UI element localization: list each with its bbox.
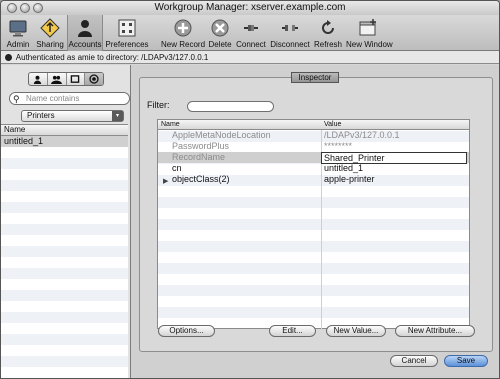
records-list: Name untitled_1 [1, 124, 128, 378]
accounts-icon [78, 20, 92, 37]
attribute-name: RecordName [172, 152, 226, 162]
table-row[interactable]: PasswordPlus ******** [158, 141, 469, 152]
toolbar: Admin Sharing Accounts Preferences New R… [1, 15, 499, 51]
attribute-value: ******** [324, 141, 353, 151]
options-button[interactable]: Options... [158, 325, 215, 337]
disclosure-triangle-icon[interactable]: ▶ [163, 176, 168, 187]
attribute-name: cn [172, 163, 182, 173]
all-records-tab[interactable] [85, 73, 103, 85]
attribute-value: untitled_1 [324, 163, 364, 173]
inspector-pane: Inspector Filter: Name Value AppleMetaNo… [131, 65, 499, 378]
table-row[interactable]: AppleMetaNodeLocation /LDAPv3/127.0.0.1 [158, 130, 469, 141]
disconnect-label: Disconnect [270, 40, 310, 49]
toolbar-sharing[interactable]: Sharing [34, 15, 66, 51]
attribute-value: apple-printer [324, 174, 375, 184]
zoom-window-button[interactable] [33, 3, 43, 13]
attribute-name: AppleMetaNodeLocation [172, 130, 271, 140]
attribute-value: /LDAPv3/127.0.0.1 [324, 130, 400, 140]
toolbar-admin[interactable]: Admin [3, 15, 33, 51]
delete-button[interactable]: Delete [206, 15, 234, 51]
target-icon [89, 74, 99, 84]
preferences-icon [118, 19, 136, 37]
auth-status-bar: Authenticated as amie to directory: /LDA… [1, 51, 499, 64]
lock-icon[interactable] [5, 54, 12, 61]
toolbar-preferences[interactable]: Preferences [105, 15, 149, 51]
disconnect-button[interactable]: Disconnect [269, 15, 311, 51]
table-row-selected[interactable]: RecordName Shared_Printer [158, 152, 469, 164]
records-sidebar: ⚲ Name contains Printers ▾ Name untitled… [1, 65, 131, 378]
refresh-label: Refresh [313, 40, 342, 49]
minimize-window-button[interactable] [20, 3, 30, 13]
connect-icon [244, 25, 258, 31]
window-title: Workgroup Manager: xserver.example.com [154, 2, 346, 13]
groups-tab[interactable] [48, 73, 67, 85]
record-type-popup[interactable]: Printers ▾ [21, 110, 124, 122]
list-item[interactable]: untitled_1 [1, 136, 128, 147]
records-list-header[interactable]: Name [1, 125, 128, 136]
admin-icon [9, 20, 27, 37]
computer-icon [71, 74, 80, 83]
search-placeholder: Name contains [26, 94, 80, 103]
sharing-icon [40, 18, 60, 38]
connect-label: Connect [236, 40, 266, 49]
auth-status-text: Authenticated as amie to directory: /LDA… [15, 53, 209, 62]
close-window-button[interactable] [7, 3, 17, 13]
new-window-button[interactable]: New Window [346, 15, 393, 51]
save-button[interactable]: Save [444, 355, 488, 367]
toolbar-accounts-label: Accounts [68, 40, 102, 49]
edit-button[interactable]: Edit... [269, 325, 316, 337]
new-window-label: New Window [346, 40, 393, 49]
title-bar: Workgroup Manager: xserver.example.com [1, 1, 499, 15]
toolbar-preferences-label: Preferences [105, 40, 149, 49]
connect-button[interactable]: Connect [235, 15, 267, 51]
disconnect-icon [282, 25, 298, 31]
delete-icon [211, 19, 229, 37]
record-type-value: Printers [27, 111, 55, 120]
toolbar-sharing-label: Sharing [36, 40, 64, 49]
new-record-icon [174, 19, 192, 37]
attribute-name: PasswordPlus [172, 141, 230, 151]
search-field[interactable]: ⚲ Name contains [9, 92, 130, 105]
attributes-table-header: Name Value [158, 120, 469, 130]
search-icon: ⚲ [13, 94, 20, 104]
group-icon [51, 75, 63, 84]
name-column-header[interactable]: Name [161, 120, 180, 129]
new-attribute-button[interactable]: New Attribute... [395, 325, 475, 337]
new-window-icon [359, 19, 376, 36]
popup-arrows-icon: ▾ [112, 111, 123, 121]
users-tab[interactable] [29, 73, 48, 85]
refresh-button[interactable]: Refresh [313, 15, 343, 51]
cancel-button[interactable]: Cancel [390, 355, 438, 367]
user-icon [34, 75, 42, 84]
delete-label: Delete [208, 40, 232, 49]
tab-inspector[interactable]: Inspector [291, 72, 339, 83]
attribute-name: objectClass(2) [172, 174, 230, 184]
toolbar-admin-label: Admin [6, 40, 30, 49]
workgroup-manager-window: Workgroup Manager: xserver.example.com A… [0, 0, 500, 379]
record-type-segmented-control [28, 72, 104, 86]
toolbar-accounts[interactable]: Accounts [67, 15, 103, 51]
filter-input[interactable] [187, 101, 274, 112]
attributes-table: Name Value AppleMetaNodeLocation /LDAPv3… [157, 119, 470, 330]
new-record-button[interactable]: New Record [161, 15, 205, 51]
filter-label: Filter: [147, 100, 170, 110]
table-row[interactable]: ▶ objectClass(2) apple-printer [158, 174, 469, 185]
computers-tab[interactable] [67, 73, 86, 85]
value-column-header[interactable]: Value [324, 120, 341, 129]
refresh-icon [322, 20, 334, 34]
new-record-label: New Record [161, 40, 206, 49]
table-row[interactable]: cn untitled_1 [158, 163, 469, 174]
new-value-button[interactable]: New Value... [326, 325, 386, 337]
